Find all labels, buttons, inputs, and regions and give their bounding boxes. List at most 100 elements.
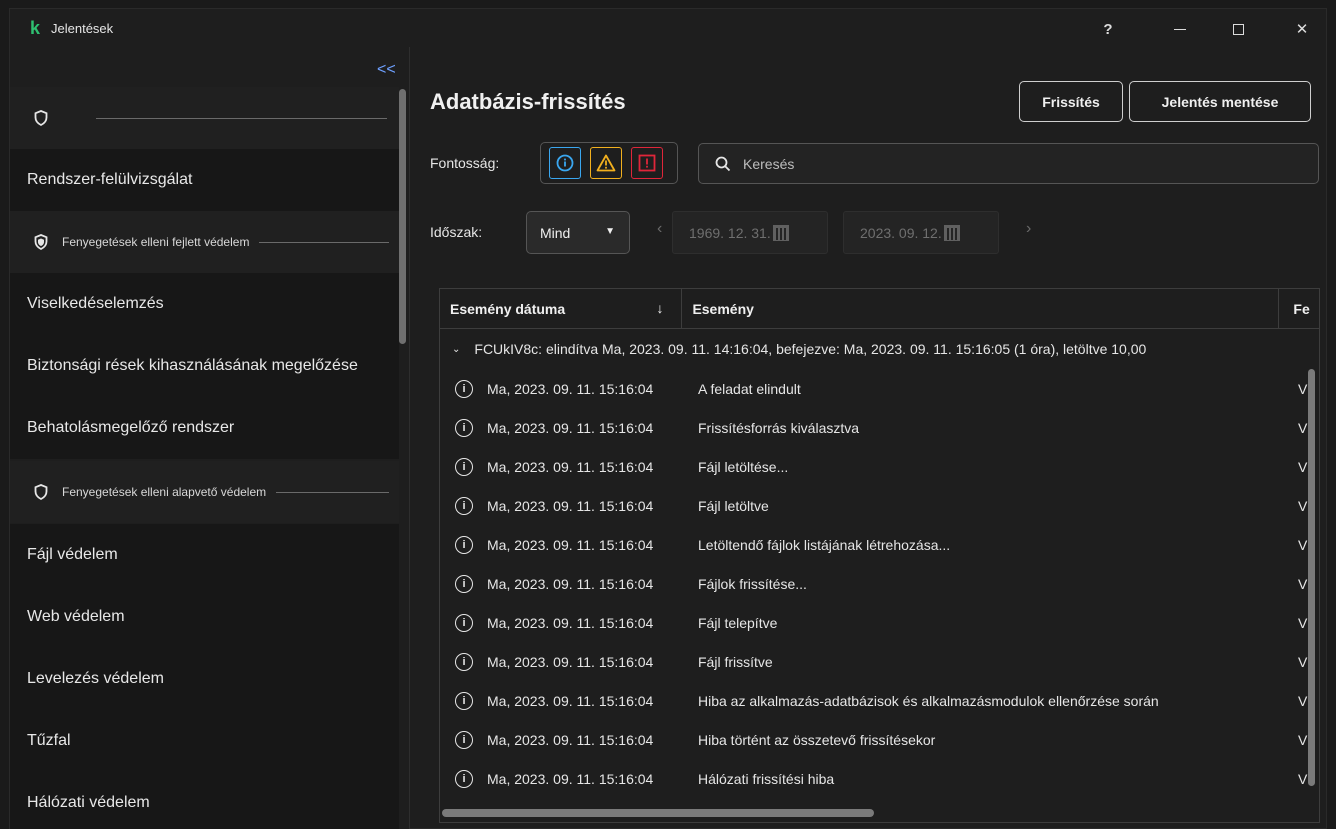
row-event: Hálózati frissítési hiba <box>698 770 835 787</box>
row-event: Hiba történt az összetevő frissítésekor <box>698 731 936 748</box>
date-from-field[interactable]: 1969. 12. 31. <box>672 211 828 254</box>
row-importance: V <box>1298 575 1308 592</box>
row-event: Hiba az alkalmazás-adatbázisok és alkalm… <box>698 692 1159 709</box>
row-date: Ma, 2023. 09. 11. 15:16:04 <box>487 380 654 397</box>
sidebar-section-header: Fenyegetések elleni alapvető védelem <box>10 461 399 523</box>
window-title: Jelentések <box>51 21 114 36</box>
sidebar-scrollbar[interactable] <box>399 89 406 344</box>
table-row[interactable]: i Ma, 2023. 09. 11. 15:16:04 Hiba az alk… <box>440 681 1319 720</box>
row-date: Ma, 2023. 09. 11. 15:16:04 <box>487 614 654 631</box>
importance-label: Fontosság: <box>430 155 500 171</box>
row-importance: V <box>1298 497 1308 514</box>
date-to-field[interactable]: 2023. 09. 12. <box>843 211 999 254</box>
row-event: Fájl letöltése... <box>698 458 789 475</box>
error-icon <box>638 154 656 172</box>
next-period-button[interactable]: › <box>1026 220 1031 238</box>
info-icon: i <box>455 613 473 632</box>
table-row[interactable]: i Ma, 2023. 09. 11. 15:16:04 Fájl frissí… <box>440 642 1319 681</box>
chevron-down-icon: ⌄ <box>452 343 461 355</box>
period-label: Időszak: <box>430 224 483 240</box>
error-filter-toggle[interactable] <box>631 147 663 179</box>
row-importance: V <box>1298 536 1308 553</box>
table-row[interactable]: i Ma, 2023. 09. 11. 15:16:04 Hálózati fr… <box>440 759 1319 798</box>
sidebar-item-behavior-analysis[interactable]: Viselkedéselemzés <box>10 273 399 335</box>
table-row[interactable]: i Ma, 2023. 09. 11. 15:16:04 Frissítésfo… <box>440 408 1319 447</box>
warning-icon <box>596 154 616 172</box>
section-divider <box>96 117 387 119</box>
section-divider <box>276 491 389 493</box>
info-icon: i <box>455 379 473 398</box>
sidebar-item-exploit-prevention[interactable]: Biztonsági rések kihasználásának megelőz… <box>10 335 399 397</box>
minimize-icon <box>1174 28 1186 30</box>
column-header-date[interactable]: Esemény dátuma ↓ <box>440 289 683 329</box>
sidebar-item-system-scan[interactable]: Rendszer-felülvizsgálat <box>10 149 399 211</box>
main-panel: Adatbázis-frissítés Frissítés Jelentés m… <box>410 47 1328 829</box>
search-input[interactable] <box>743 155 1283 172</box>
refresh-button[interactable]: Frissítés <box>1019 81 1123 122</box>
table-row[interactable]: i Ma, 2023. 09. 11. 15:16:04 Fájl letölt… <box>440 486 1319 525</box>
row-importance: V <box>1298 653 1308 670</box>
column-header-label: Esemény <box>692 301 754 317</box>
row-importance: V <box>1298 692 1308 709</box>
save-report-button[interactable]: Jelentés mentése <box>1129 81 1311 122</box>
row-event: A feladat elindult <box>698 380 801 397</box>
shield-icon <box>34 110 48 126</box>
info-icon: i <box>455 496 473 515</box>
info-filter-toggle[interactable] <box>549 147 581 179</box>
column-header-importance[interactable]: Fe <box>1279 289 1319 329</box>
app-window: k Jelentések ? ✕ << Rendszer-felülvizsgá… <box>9 8 1327 829</box>
sidebar-section-label: Fenyegetések elleni alapvető védelem <box>62 485 267 499</box>
date-to-value: 2023. 09. 12. <box>860 224 942 241</box>
table-horizontal-scrollbar[interactable] <box>442 809 874 817</box>
row-importance: V <box>1298 770 1308 787</box>
sort-desc-icon: ↓ <box>656 300 664 316</box>
help-button[interactable]: ? <box>1093 17 1123 41</box>
sidebar-section-label: Fenyegetések elleni fejlett védelem <box>62 235 250 249</box>
info-icon: i <box>455 535 473 554</box>
table-row[interactable]: i Ma, 2023. 09. 11. 15:16:04 Fájl telepí… <box>440 603 1319 642</box>
collapse-sidebar-button[interactable]: << <box>377 61 396 79</box>
column-header-event[interactable]: Esemény <box>682 289 1280 329</box>
table-row[interactable]: i Ma, 2023. 09. 11. 15:16:04 Fájlok fris… <box>440 564 1319 603</box>
info-icon: i <box>455 730 473 749</box>
sidebar-item-intrusion-prevention[interactable]: Behatolásmegelőző rendszer <box>10 397 399 459</box>
sidebar-section-header: Fenyegetések elleni fejlett védelem <box>10 211 399 273</box>
info-icon: i <box>455 418 473 437</box>
sidebar-item-network-protection[interactable]: Hálózati védelem <box>10 772 399 829</box>
table-row[interactable]: i Ma, 2023. 09. 11. 15:16:04 Hiba történ… <box>440 720 1319 759</box>
info-icon: i <box>455 457 473 476</box>
info-icon: i <box>455 769 473 788</box>
app-logo-icon: k <box>30 18 41 38</box>
row-date: Ma, 2023. 09. 11. 15:16:04 <box>487 575 654 592</box>
previous-period-button[interactable]: ‹ <box>657 220 662 238</box>
table-row[interactable]: i Ma, 2023. 09. 11. 15:16:04 A feladat e… <box>440 369 1319 408</box>
sidebar-item-file-protection[interactable]: Fájl védelem <box>10 524 399 586</box>
period-select[interactable]: Mind ▼ <box>526 211 630 254</box>
calendar-icon <box>772 224 789 241</box>
title-bar: k Jelentések ? ✕ <box>10 9 1326 47</box>
minimize-button[interactable] <box>1165 17 1195 41</box>
close-button[interactable]: ✕ <box>1287 17 1317 41</box>
sidebar-item-firewall[interactable]: Tűzfal <box>10 710 399 772</box>
row-date: Ma, 2023. 09. 11. 15:16:04 <box>487 458 654 475</box>
row-date: Ma, 2023. 09. 11. 15:16:04 <box>487 419 654 436</box>
warning-filter-toggle[interactable] <box>590 147 622 179</box>
table-group-row[interactable]: ⌄ FCUkIV8c: elindítva Ma, 2023. 09. 11. … <box>440 329 1319 369</box>
maximize-button[interactable] <box>1223 17 1253 41</box>
page-title: Adatbázis-frissítés <box>430 89 626 114</box>
sidebar-item-web-protection[interactable]: Web védelem <box>10 586 399 648</box>
table-vertical-scrollbar[interactable] <box>1308 369 1315 786</box>
row-importance: V <box>1298 731 1308 748</box>
table-row[interactable]: i Ma, 2023. 09. 11. 15:16:04 Fájl letölt… <box>440 447 1319 486</box>
column-header-label: Fe <box>1293 301 1310 317</box>
row-event: Fájl frissítve <box>698 653 773 670</box>
table-row[interactable]: i Ma, 2023. 09. 11. 15:16:04 Letöltendő … <box>440 525 1319 564</box>
sidebar-item-mail-protection[interactable]: Levelezés védelem <box>10 648 399 710</box>
section-divider <box>259 241 389 243</box>
info-icon: i <box>455 574 473 593</box>
search-box <box>698 143 1319 184</box>
row-event: Fájlok frissítése... <box>698 575 807 592</box>
row-date: Ma, 2023. 09. 11. 15:16:04 <box>487 731 654 748</box>
maximize-icon <box>1232 23 1244 35</box>
sidebar-section-header <box>10 87 399 149</box>
